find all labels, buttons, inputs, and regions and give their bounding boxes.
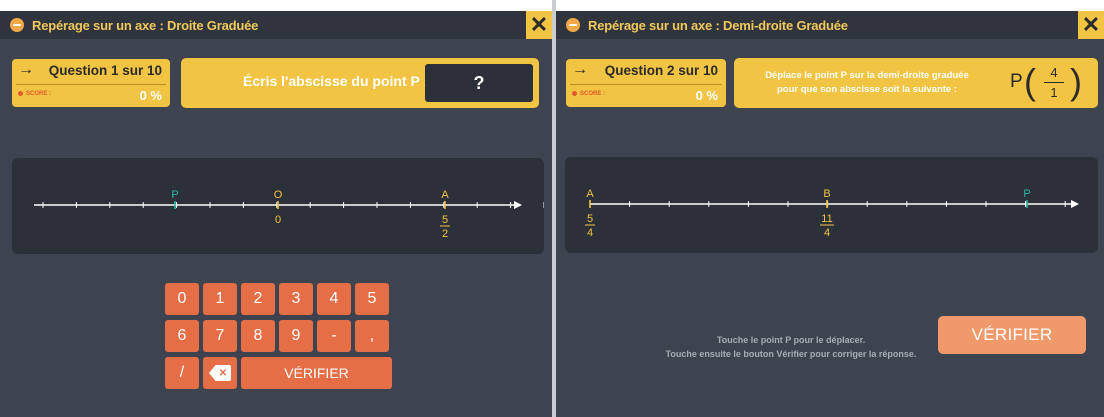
divider <box>570 84 722 85</box>
verify-button[interactable]: VÉRIFIER <box>938 316 1086 354</box>
question-box: → Question 1 sur 10 SCORE : 0 % <box>12 59 170 107</box>
backspace-key[interactable]: ✕ <box>203 357 237 389</box>
key-0[interactable]: 0 <box>165 283 199 315</box>
paren-close: ) <box>1070 61 1082 102</box>
instruction-box: Écris l'abscisse du point P : ? <box>181 58 539 108</box>
score-dot-icon <box>572 91 577 96</box>
target-numerator: 4 <box>1050 65 1058 80</box>
instruction-line-2: pour que son abscisse soit la suivante : <box>776 84 958 95</box>
number-line: P O 0 A 5 2 <box>34 189 544 240</box>
verify-button[interactable]: VÉRIFIER <box>241 357 392 389</box>
target-abscissa: P ( 4 1 ) <box>1010 61 1094 104</box>
score-value: 0 % <box>695 88 718 103</box>
key-8[interactable]: 8 <box>241 320 275 352</box>
paren-open: ( <box>1024 61 1036 102</box>
key-5[interactable]: 5 <box>355 283 389 315</box>
key-slash[interactable]: / <box>165 357 199 389</box>
close-button[interactable]: ✕ <box>1078 11 1104 39</box>
score-value: 0 % <box>139 88 162 103</box>
point-a-label: A <box>441 189 449 201</box>
score-label: SCORE : <box>572 91 605 97</box>
point-o-value: 0 <box>275 214 281 226</box>
key-minus[interactable]: - <box>317 320 351 352</box>
hint-line-2: Touche ensuite le bouton Vérifier pour c… <box>665 349 917 359</box>
key-2[interactable]: 2 <box>241 283 275 315</box>
divider <box>16 84 166 85</box>
arrow-right-icon[interactable]: → <box>18 61 34 79</box>
key-9[interactable]: 9 <box>279 320 313 352</box>
title-bar: Repérage sur un axe : Droite Graduée ✕ <box>0 11 552 39</box>
number-line: A 5 4 B 11 4 P <box>585 188 1079 239</box>
hint-text: Touche le point P pour le déplacer. Touc… <box>596 333 986 361</box>
point-a-label: A <box>586 188 594 200</box>
instruction-box: Déplace le point P sur la demi-droite gr… <box>734 58 1098 108</box>
point-a-denominator: 4 <box>587 227 593 239</box>
answer-field[interactable]: ? <box>425 64 533 102</box>
score-dot-icon <box>18 91 23 96</box>
point-a-denominator: 2 <box>442 228 448 240</box>
point-o-label: O <box>274 189 283 201</box>
exercise-panel-droite: Repérage sur un axe : Droite Graduée ✕ →… <box>0 11 552 417</box>
point-a-numerator: 5 <box>587 213 593 225</box>
axis-arrow-icon <box>514 201 522 209</box>
key-1[interactable]: 1 <box>203 283 237 315</box>
point-p-label: P <box>171 189 178 201</box>
number-line-panel: P O 0 A 5 2 <box>12 158 544 254</box>
instruction-text: Écris l'abscisse du point P : <box>243 73 429 89</box>
target-point-label: P <box>1010 71 1023 92</box>
key-7[interactable]: 7 <box>203 320 237 352</box>
title-bar: Repérage sur un axe : Demi-droite Gradué… <box>556 11 1104 39</box>
question-box: → Question 2 sur 10 SCORE : 0 % <box>566 59 726 107</box>
number-line-panel: A 5 4 B 11 4 P <box>565 157 1098 253</box>
backspace-icon: ✕ <box>209 365 231 381</box>
arrow-right-icon[interactable]: → <box>572 61 588 79</box>
key-4[interactable]: 4 <box>317 283 351 315</box>
point-b-label: B <box>823 188 830 200</box>
point-b-denominator: 4 <box>824 227 830 239</box>
answer-placeholder: ? <box>473 72 485 93</box>
fraction-bar <box>1044 82 1064 83</box>
key-3[interactable]: 3 <box>279 283 313 315</box>
instruction-line-1: Déplace le point P sur la demi-droite gr… <box>765 70 969 81</box>
target-denominator: 1 <box>1050 85 1058 100</box>
point-p-label: P <box>1023 188 1030 200</box>
hint-line-1: Touche le point P pour le déplacer. <box>716 335 866 345</box>
question-counter: Question 2 sur 10 <box>604 63 718 78</box>
window-title: Repérage sur un axe : Demi-droite Gradué… <box>588 17 848 33</box>
score-label: SCORE : <box>18 91 51 97</box>
key-comma[interactable]: , <box>355 320 389 352</box>
minus-icon <box>10 18 24 32</box>
minus-icon <box>566 18 580 32</box>
close-button[interactable]: ✕ <box>526 11 552 39</box>
window-title: Repérage sur un axe : Droite Graduée <box>32 17 259 33</box>
exercise-panel-demi-droite: Repérage sur un axe : Demi-droite Gradué… <box>556 11 1104 417</box>
point-a-numerator: 5 <box>442 214 448 226</box>
point-b-numerator: 11 <box>821 213 832 225</box>
question-counter: Question 1 sur 10 <box>48 63 162 78</box>
key-6[interactable]: 6 <box>165 320 199 352</box>
axis-arrow-icon <box>1071 200 1079 208</box>
